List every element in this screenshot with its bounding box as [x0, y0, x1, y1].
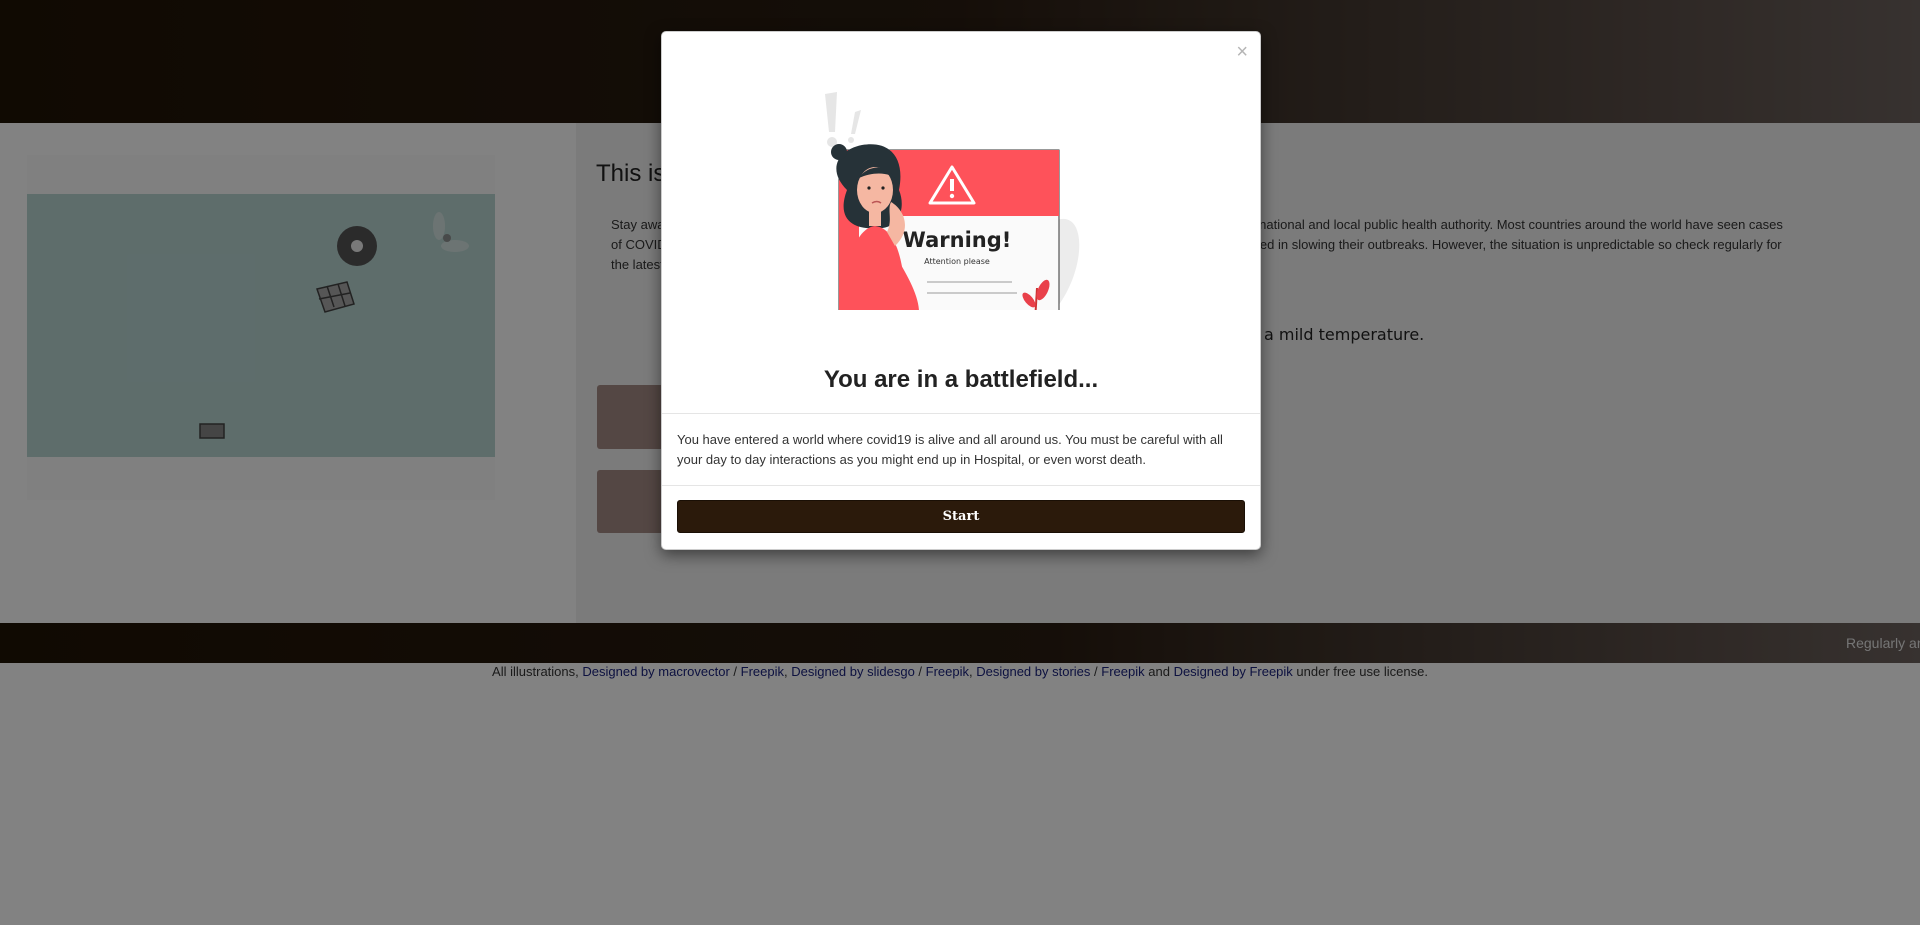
modal-divider	[662, 485, 1260, 486]
start-button[interactable]: Start	[677, 500, 1245, 533]
close-icon[interactable]: ×	[1236, 42, 1248, 62]
warning-modal: × Warning! Attention please You are in a…	[661, 31, 1261, 550]
modal-title: You are in a battlefield...	[823, 366, 1099, 393]
modal-divider	[662, 413, 1260, 414]
modal-body-text: You have entered a world where covid19 i…	[677, 432, 1223, 467]
warning-subheading: Attention please	[924, 257, 990, 266]
warning-heading: Warning!	[903, 228, 1012, 252]
warning-illustration: Warning! Attention please	[817, 60, 1097, 323]
